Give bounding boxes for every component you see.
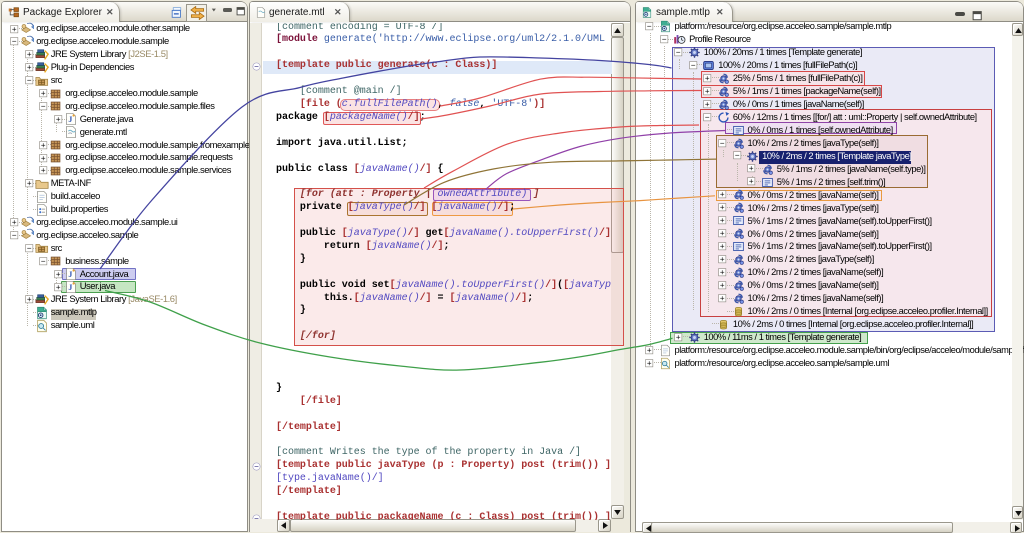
svg-text:J: J xyxy=(68,270,72,279)
svg-text:J: J xyxy=(68,283,72,292)
svg-text:J: J xyxy=(68,115,72,124)
